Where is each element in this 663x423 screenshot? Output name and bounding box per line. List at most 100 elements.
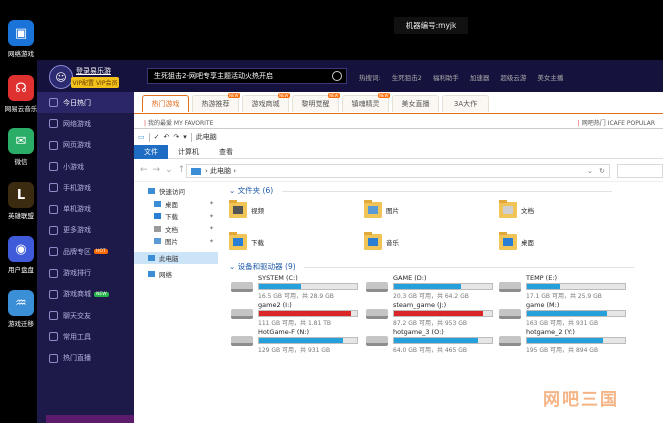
ribbon-tabs: 文件 计算机 查看 (134, 145, 663, 159)
hot-search-item[interactable]: 加速器 (470, 74, 490, 82)
desktop-shortcut[interactable]: ☊ 网易云音乐 (4, 75, 38, 113)
launcher-tab-label: 热游推荐 (201, 100, 230, 108)
sidebar-item[interactable]: 网页游戏 (37, 135, 134, 156)
system-drive-icon (231, 282, 253, 292)
ribbon-tab[interactable]: 查看 (209, 145, 243, 159)
document-folder-icon (499, 200, 517, 218)
folders-group-label: 文件夹 (6) (237, 186, 274, 195)
sidebar-item-label: 聊天交友 (63, 311, 91, 320)
tree-node[interactable]: 下载 ✦ (134, 210, 218, 223)
drive-name: GAME (D:) (393, 274, 427, 282)
sidebar-item-icon (49, 311, 58, 321)
desktop-shortcut[interactable]: ✉ 微信 (4, 128, 38, 166)
ribbon-tab[interactable]: 文件 (134, 145, 168, 159)
drive-item[interactable]: SYSTEM (C:) 16.5 GB 可用，共 28.9 GB (231, 274, 361, 302)
tree-node[interactable]: 快速访问 (134, 185, 218, 198)
undo-icon[interactable]: ↶ (164, 133, 170, 141)
tree-node[interactable]: 桌面 ✦ (134, 198, 218, 211)
launcher-tab[interactable]: 美女直播 (392, 95, 439, 112)
hot-search-item[interactable]: 生死狙击2 (392, 74, 422, 82)
drives-group-label: 设备和驱动器 (9) (237, 262, 296, 271)
sidebar-item[interactable]: 品牌专区 HOT (37, 241, 134, 262)
nav-buttons[interactable]: ←→⌄↑ (140, 165, 190, 175)
sidebar-item-icon (49, 204, 58, 214)
launcher-tab[interactable]: 热游推荐 NEW (192, 93, 240, 112)
drive-usage-fill (394, 284, 461, 289)
properties-icon[interactable]: ✓ (154, 133, 160, 141)
launcher-tab[interactable]: 镇魂精灵 NEW (342, 93, 390, 112)
hard-drive-icon (499, 282, 521, 292)
desktop-shortcut[interactable]: ♒ 游戏迁移 (4, 290, 38, 328)
tree-node[interactable]: 此电脑 (134, 251, 218, 264)
desktop-shortcut[interactable]: L 英雄联盟 (4, 182, 38, 220)
chevron-down-icon[interactable]: ▾ (183, 133, 187, 141)
hot-search-item[interactable]: 美女主播 (537, 74, 563, 82)
path-input[interactable]: › 此电脑 › ⌄ ↻ (186, 164, 610, 178)
sidebar-item[interactable]: 聊天交友 (37, 305, 134, 326)
search-icon[interactable] (332, 71, 342, 81)
drives-group-header[interactable]: ⌄ 设备和驱动器 (9) (229, 261, 634, 272)
redo-icon[interactable]: ↷ (173, 133, 179, 141)
desktop-folder-icon (499, 232, 517, 250)
drive-item[interactable]: game (M:) 163 GB 可用，共 931 GB (499, 301, 629, 329)
launcher-sidebar: 今日热门 网络游戏 网页游戏 小游戏 手机游戏 单机游戏 更多游戏 品牌专区 HO… (37, 92, 134, 423)
sidebar-item[interactable]: 热门直播 (37, 348, 134, 369)
explorer-search-input[interactable] (617, 164, 663, 178)
sidebar-item[interactable]: 单机游戏 (37, 198, 134, 219)
tree-node-label: 快速访问 (159, 188, 185, 197)
launcher-tab[interactable]: 黎明觉醒 NEW (292, 93, 340, 112)
launcher-tab-label: 美女直播 (401, 100, 430, 108)
sidebar-item[interactable]: 游戏排行 (37, 262, 134, 283)
sidebar-item[interactable]: 更多游戏 (37, 220, 134, 241)
drive-usage-fill (259, 311, 352, 316)
drive-item[interactable]: hotgame_3 (O:) 64.0 GB 可用，共 465 GB (366, 328, 496, 356)
desktop-shortcut[interactable]: ▣ 网络游戏 (4, 20, 38, 58)
folder-item[interactable]: 文档 (499, 197, 569, 223)
sidebar-item[interactable]: 网络游戏 (37, 113, 134, 134)
login-link[interactable]: 登录易乐游 (76, 66, 111, 76)
vip-badge[interactable]: VIP配置 VIP会员 (71, 77, 119, 88)
drive-usage-bar (393, 337, 493, 344)
hot-search-item[interactable]: 超级云游 (500, 74, 526, 82)
toolbar-divider (148, 132, 150, 142)
tree-node[interactable]: 文档 ✦ (134, 223, 218, 236)
favorite-marker: | (144, 120, 147, 127)
watermark-logo: 网吧三国 (543, 390, 619, 410)
refresh-icon[interactable]: ↻ (599, 167, 605, 175)
icafe-popular-subtitle: ICAFE POPULAR (607, 120, 655, 127)
folder-item[interactable]: 下载 (229, 229, 299, 255)
hot-search-item[interactable]: 福利助手 (433, 74, 459, 82)
tree-node[interactable]: 网络 (134, 268, 218, 281)
folder-item[interactable]: 桌面 (499, 229, 569, 255)
launcher-search-input[interactable]: 生死狙击2-网吧专享主题活动火热开启 (147, 68, 347, 84)
folders-group-header[interactable]: ⌄ 文件夹 (6) (229, 185, 612, 196)
sidebar-item-label: 游戏排行 (63, 269, 91, 278)
drive-item[interactable]: TEMP (E:) 17.1 GB 可用，共 25.9 GB (499, 274, 629, 302)
folder-item[interactable]: 音乐 (364, 229, 434, 255)
drive-item[interactable]: hotgame_2 (Y:) 195 GB 可用，共 894 GB (499, 328, 629, 356)
sidebar-item[interactable]: 手机游戏 (37, 177, 134, 198)
drive-item[interactable]: steam_game (J:) 87.2 GB 可用，共 953 GB (366, 301, 496, 329)
tree-node[interactable]: 图片 ✦ (134, 235, 218, 248)
sidebar-item[interactable]: 今日热门 (37, 92, 134, 114)
chevron-down-icon[interactable]: ⌄ (587, 167, 593, 175)
desktop-shortcut[interactable]: ◉ 用户盘盘 (4, 236, 38, 274)
new-badge: NEW (277, 93, 290, 98)
launcher-tab[interactable]: 3A大作 (442, 95, 489, 112)
user-avatar-icon[interactable]: ☺ (49, 65, 73, 89)
sidebar-promo-banner[interactable] (46, 415, 134, 423)
launcher-tab[interactable]: 游戏商城 NEW (242, 93, 290, 112)
sidebar-item[interactable]: 常用工具 (37, 326, 134, 347)
download-icon (154, 213, 161, 220)
drive-item[interactable]: GAME (D:) 20.3 GB 可用，共 64.2 GB (366, 274, 496, 302)
desktop-shortcut-label: 微信 (14, 158, 28, 166)
ribbon-tab[interactable]: 计算机 (168, 145, 209, 159)
launcher-tab[interactable]: 热门游戏 (142, 95, 189, 112)
sidebar-item[interactable]: 小游戏 (37, 156, 134, 177)
folder-item[interactable]: 视频 (229, 197, 299, 223)
sidebar-item[interactable]: 游戏商城 NEW (37, 284, 134, 305)
hard-drive-icon (366, 282, 388, 292)
drive-item[interactable]: game2 (I:) 111 GB 可用，共 1.81 TB (231, 301, 361, 329)
drive-item[interactable]: HotGame-F (N:) 129 GB 可用，共 931 GB (231, 328, 361, 356)
folder-item[interactable]: 图片 (364, 197, 434, 223)
